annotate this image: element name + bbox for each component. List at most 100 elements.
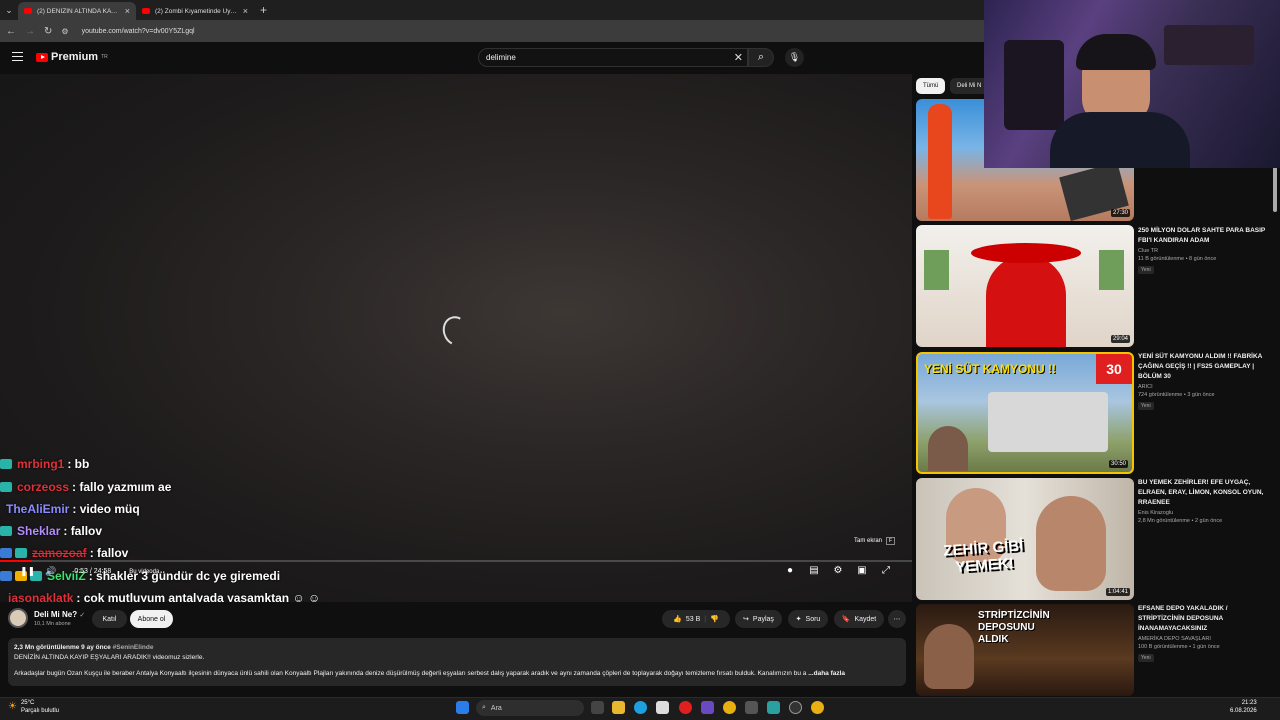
clock-date: 6.08.2026 xyxy=(1230,708,1257,714)
start-icon[interactable] xyxy=(456,701,469,714)
youtube-logo[interactable]: Premium TR xyxy=(36,51,108,63)
miniplayer-icon[interactable]: ▣ xyxy=(855,564,869,576)
progress-bar[interactable] xyxy=(0,560,912,562)
search-button[interactable]: ⌕ xyxy=(748,48,774,67)
save-button[interactable]: 🔖 Kaydet xyxy=(834,610,884,628)
description-line: DENİZİN ALTINDA KAYIP EŞYALARI ARADIK!! … xyxy=(14,654,205,661)
chapter-button[interactable]: Bu videoda xyxy=(129,569,159,575)
fullscreen-icon[interactable]: ⤢ xyxy=(879,564,893,576)
edge-icon[interactable] xyxy=(634,701,647,714)
ask-button[interactable]: ✦ Soru xyxy=(788,610,828,628)
file-explorer-icon[interactable] xyxy=(612,701,625,714)
search-input[interactable]: delimine ✕ xyxy=(478,48,748,67)
chat-message: corzeoss: fallo yazmıım ae xyxy=(0,480,330,494)
logo-text: Premium xyxy=(51,51,99,63)
site-info-icon[interactable]: ⚙ xyxy=(61,27,68,36)
video-meta: 100 B görüntülenme • 1 gün önce xyxy=(1138,644,1220,650)
video-thumbnail[interactable]: STRİPTİZCİNİN DEPOSUNU ALDIK xyxy=(916,604,1134,696)
task-view-icon[interactable] xyxy=(591,701,604,714)
video-thumbnail[interactable]: 29:04 xyxy=(916,225,1134,347)
hashtag-link[interactable]: #SeninElinde xyxy=(113,644,154,651)
app-icon[interactable] xyxy=(745,701,758,714)
description-box[interactable]: 2,3 Mn görüntülenme 9 ay önce #SeninElin… xyxy=(8,638,906,686)
description-stats: 2,3 Mn görüntülenme 9 ay önce #SeninElin… xyxy=(14,643,900,653)
video-meta: 2,8 Mn görüntülenme • 2 gün önce xyxy=(1138,518,1223,524)
video-title[interactable]: 250 MİLYON DOLAR SAHTE PARA BASIP FBI'I … xyxy=(1138,226,1266,246)
subscriber-count: 10,1 Mn abone xyxy=(34,621,71,627)
autoplay-toggle-icon[interactable]: ● xyxy=(783,564,797,576)
bookmark-icon: 🔖 xyxy=(841,616,851,623)
description-text: Arkadaşlar bugün Ozan Kuşçu ile beraber … xyxy=(14,670,807,677)
clear-search-icon[interactable]: ✕ xyxy=(734,51,743,64)
voice-search-button[interactable]: 🎙 xyxy=(785,48,804,67)
video-channel[interactable]: AMERİKA DEPO SAVAŞLARI xyxy=(1138,636,1266,642)
chat-badge-icon xyxy=(0,571,12,581)
channel-avatar[interactable] xyxy=(8,608,28,628)
new-tab-button[interactable]: + xyxy=(260,3,267,17)
volume-icon[interactable]: 🔊 xyxy=(45,566,56,577)
subtitles-icon[interactable]: ▤ xyxy=(807,564,821,576)
forward-icon[interactable]: → xyxy=(25,26,35,37)
system-clock[interactable]: 21:23 6.08.2026 xyxy=(1230,699,1257,715)
video-channel[interactable]: Clue TR xyxy=(1138,248,1266,254)
join-button[interactable]: Katıl xyxy=(92,610,127,628)
settings-icon[interactable]: ⚙ xyxy=(831,564,845,576)
streamer-body xyxy=(1050,112,1190,168)
app-icon[interactable] xyxy=(767,701,780,714)
video-info[interactable]: YENİ SÜT KAMYONU ALDIM !! FABRİKA ÇAĞINA… xyxy=(1138,352,1266,410)
subscribe-button[interactable]: Abone ol xyxy=(130,610,173,628)
temperature: 25°C xyxy=(20,700,35,706)
back-icon[interactable]: ← xyxy=(6,26,16,37)
menu-icon[interactable] xyxy=(12,52,23,61)
reload-icon[interactable]: ↻ xyxy=(44,26,52,37)
share-button[interactable]: ↪ Paylaş xyxy=(735,610,782,628)
video-channel[interactable]: ARICI xyxy=(1138,384,1266,390)
tab-active[interactable]: (2) DENİZİN ALTINDA KAYIP EŞ × xyxy=(18,2,136,20)
video-info[interactable]: BU YEMEK ZEHİRLER! EFE UYGAÇ, ELRAEN, ER… xyxy=(1138,478,1266,524)
close-tab-icon[interactable]: × xyxy=(125,6,130,16)
app-icon[interactable] xyxy=(701,701,714,714)
close-tab-icon[interactable]: × xyxy=(243,6,248,16)
mic-icon: 🎙 xyxy=(788,52,801,62)
filter-chip-channel[interactable]: Deli Mi N xyxy=(950,78,989,94)
sidebar-scrollbar[interactable] xyxy=(1273,166,1277,212)
chrome-icon[interactable] xyxy=(723,701,736,714)
search-value: delimine xyxy=(486,53,516,62)
weather-widget[interactable]: ☀ 25°C Parçalı bulutlu xyxy=(8,699,59,715)
show-more-link[interactable]: ...daha fazla xyxy=(808,670,845,677)
tooltip-label: Tam ekran xyxy=(854,538,883,544)
video-thumbnail[interactable]: ZEHİR GİBİ YEMEK! 1:04:41 xyxy=(916,478,1134,600)
like-count[interactable]: 53 B xyxy=(686,616,700,623)
taskbar-search[interactable]: ⌕ Ara xyxy=(476,700,584,716)
thumbnail-face xyxy=(928,426,968,471)
fullscreen-tooltip: Tam ekran F xyxy=(854,537,896,545)
tab-search-icon[interactable]: ⌄ xyxy=(0,0,18,20)
video-title[interactable]: YENİ SÜT KAMYONU ALDIM !! FABRİKA ÇAĞINA… xyxy=(1138,352,1266,382)
dislike-icon[interactable]: 👎 xyxy=(710,615,719,623)
chat-text: : fallov xyxy=(63,524,103,538)
video-info[interactable]: 250 MİLYON DOLAR SAHTE PARA BASIP FBI'I … xyxy=(1138,226,1266,274)
video-title[interactable]: EFSANE DEPO YAKALADIK / STRİPTİZCİNİN DE… xyxy=(1138,604,1266,634)
url-field[interactable]: youtube.com/watch?v=dv00Y5ZLgql xyxy=(82,28,195,35)
more-actions-button[interactable]: ⋯ xyxy=(888,610,906,628)
thumbnail-money xyxy=(924,250,949,290)
more-icon: ⋯ xyxy=(893,616,901,623)
video-info[interactable]: EFSANE DEPO YAKALADIK / STRİPTİZCİNİN DE… xyxy=(1138,604,1266,662)
channel-name-text: Deli Mi Ne? xyxy=(34,610,78,619)
app-icon[interactable] xyxy=(679,701,692,714)
new-badge: Yeni xyxy=(1138,654,1154,662)
store-icon[interactable] xyxy=(656,701,669,714)
chat-text: : fallov xyxy=(89,546,129,560)
like-icon[interactable]: 👍 xyxy=(673,615,682,623)
chrome-icon[interactable] xyxy=(811,701,824,714)
thumbnail-text: ZEHİR GİBİ YEMEK! xyxy=(942,537,1024,576)
channel-name[interactable]: Deli Mi Ne? ✓ xyxy=(34,610,85,619)
obs-icon[interactable] xyxy=(789,701,802,714)
video-channel[interactable]: Enis Kirazoglu xyxy=(1138,510,1266,516)
video-thumbnail[interactable]: YENİ SÜT KAMYONU !! 30 30:50 xyxy=(916,352,1134,474)
pause-icon[interactable]: ❚❚ xyxy=(20,566,35,577)
video-title[interactable]: BU YEMEK ZEHİRLER! EFE UYGAÇ, ELRAEN, ER… xyxy=(1138,478,1266,508)
thumbnail-badge: 30 xyxy=(1096,354,1132,384)
filter-chip-all[interactable]: Tümü xyxy=(916,78,946,94)
tab-inactive[interactable]: (2) Zombi Kıyametinde Uyanın × xyxy=(136,2,254,20)
